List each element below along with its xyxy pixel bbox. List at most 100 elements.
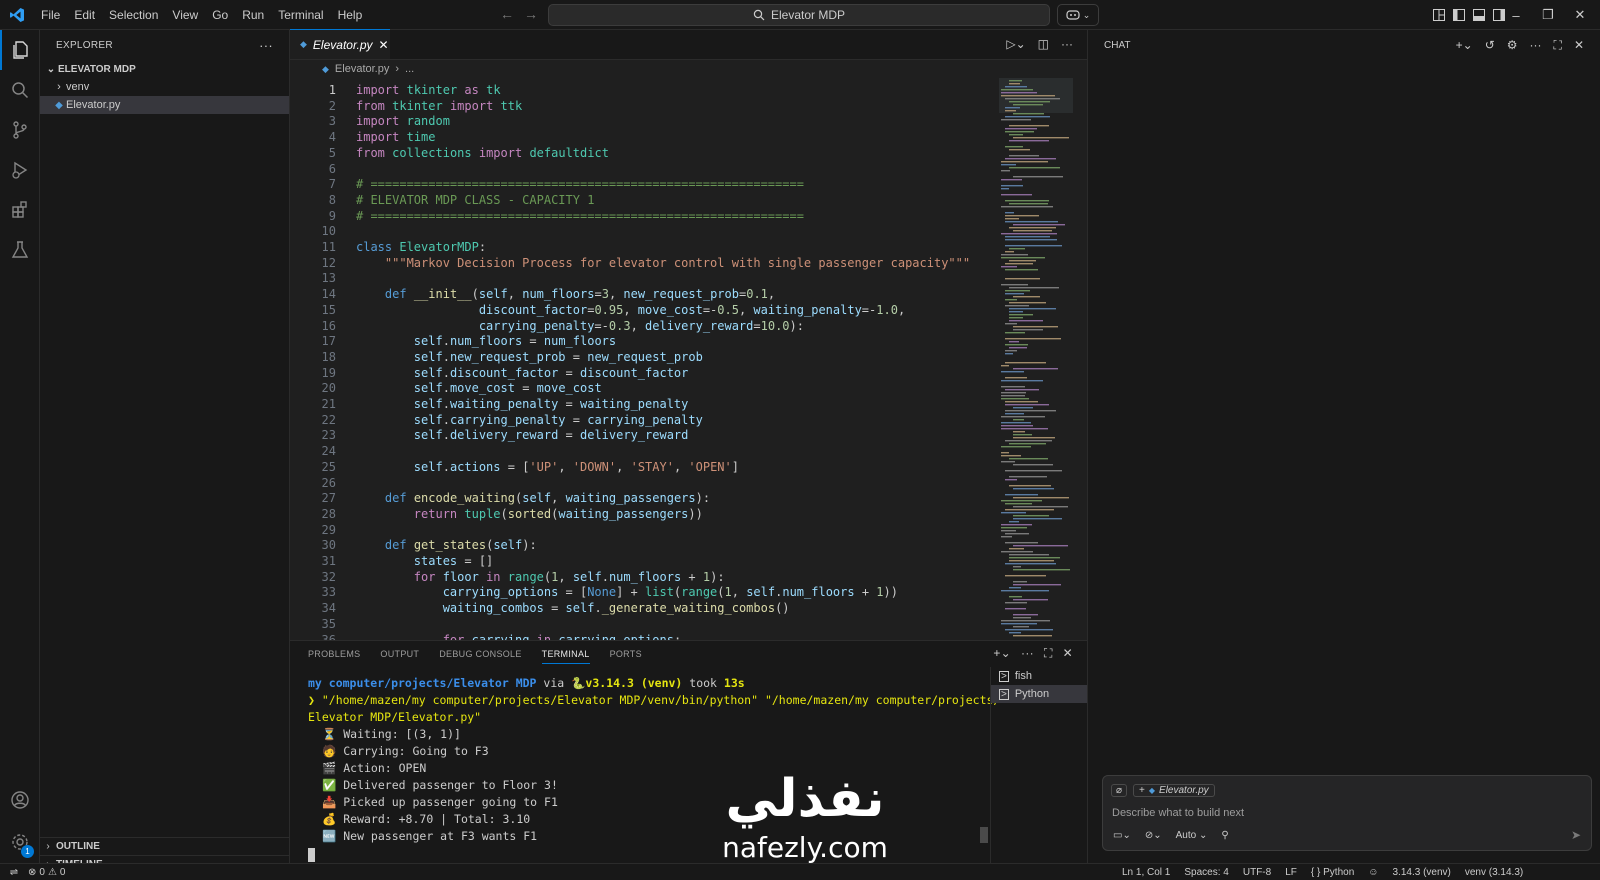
history-icon[interactable]: ↺	[1485, 38, 1495, 53]
agent-mode-icon[interactable]: ▭⌄	[1113, 830, 1131, 841]
close-panel-icon[interactable]: ✕	[1063, 646, 1073, 661]
forward-arrow-icon[interactable]: →	[524, 6, 538, 22]
code-token: for	[442, 632, 465, 641]
breadcrumb-file[interactable]: Elevator.py	[335, 63, 389, 75]
minimap-line	[1001, 530, 1016, 532]
minimap-line	[1009, 557, 1060, 559]
source-control-icon[interactable]	[0, 110, 40, 150]
more-actions-icon[interactable]: ···	[259, 38, 273, 53]
copilot-icon	[1066, 10, 1080, 20]
workspace-folder[interactable]: ⌄ ELEVATOR MDP	[40, 60, 289, 78]
attach-icon[interactable]: ⌀	[1111, 784, 1128, 797]
python-env[interactable]: venv (3.14.3)	[1465, 867, 1523, 878]
code-token: = [	[500, 459, 530, 474]
more-actions-icon[interactable]: ···	[1530, 38, 1542, 53]
more-actions-icon[interactable]: ···	[1021, 646, 1034, 661]
minimap-line	[1009, 308, 1056, 310]
menu-view[interactable]: View	[165, 0, 205, 30]
menu-terminal[interactable]: Terminal	[271, 0, 330, 30]
maximize-panel-icon[interactable]: ⛶	[1044, 646, 1053, 661]
code-line: for carrying in carrying_options:	[356, 633, 681, 641]
split-editor-icon[interactable]: ◫	[1038, 37, 1049, 51]
breadcrumb-more[interactable]: ...	[405, 63, 414, 75]
configure-tools-icon[interactable]: ⚲	[1221, 830, 1228, 841]
extensions-icon[interactable]	[0, 190, 40, 230]
terminal-scrollbar[interactable]	[980, 827, 988, 843]
code-line: # ELEVATOR MDP CLASS - CAPACITY 1	[356, 193, 594, 207]
menu-help[interactable]: Help	[331, 0, 370, 30]
tree-item-venv[interactable]: › venv	[40, 78, 289, 96]
minimap-line	[1001, 395, 1025, 397]
menu-file[interactable]: File	[34, 0, 67, 30]
tab-ports[interactable]: PORTS	[610, 649, 642, 659]
terminal-output[interactable]: my computer/projects/Elevator MDP via 🐍v…	[308, 675, 1000, 862]
code-token: ,	[608, 287, 624, 302]
python-version[interactable]: 3.14.3 (venv)	[1392, 867, 1450, 878]
tools-icon[interactable]: ⊘⌄	[1145, 830, 1162, 841]
testing-icon[interactable]	[0, 230, 40, 270]
tab-elevator-py[interactable]: ◆ Elevator.py ✕	[290, 29, 390, 59]
tab-problems[interactable]: PROBLEMS	[308, 649, 360, 659]
minimap-line	[1005, 479, 1017, 481]
minimap-line	[1013, 566, 1021, 568]
tab-debug-console[interactable]: DEBUG CONSOLE	[439, 649, 521, 659]
minimap-line	[1005, 98, 1060, 100]
language-mode[interactable]: { } Python	[1311, 867, 1354, 878]
close-icon[interactable]: ✕	[379, 38, 389, 52]
search-icon[interactable]	[0, 70, 40, 110]
terminal-item-fish[interactable]: > fish	[991, 667, 1087, 685]
copilot-status-icon[interactable]: ☺	[1368, 867, 1378, 878]
code-token: = [	[558, 585, 588, 600]
code-token: 'UP'	[529, 459, 559, 474]
new-chat-icon[interactable]: +⌄	[1456, 38, 1473, 53]
tree-item-elevator-py[interactable]: ◆ Elevator.py	[40, 96, 289, 114]
model-picker[interactable]: Auto ⌄	[1176, 830, 1208, 841]
minimap-line	[1001, 365, 1009, 367]
more-actions-icon[interactable]: ···	[1061, 37, 1073, 51]
line-number: 3	[328, 114, 336, 129]
new-terminal-icon[interactable]: +⌄	[993, 646, 1011, 661]
chat-input[interactable]: Describe what to build next	[1112, 807, 1244, 819]
menu-edit[interactable]: Edit	[67, 0, 102, 30]
send-icon[interactable]: ➤	[1571, 828, 1581, 842]
prompt-via: via	[536, 676, 572, 690]
minimap-line	[1009, 302, 1046, 304]
context-chip[interactable]: + ◆ Elevator.py	[1133, 784, 1215, 797]
toggle-panel-icon[interactable]	[1472, 8, 1486, 22]
run-file-icon[interactable]: ▷⌄	[1006, 37, 1025, 51]
end-of-line[interactable]: LF	[1285, 867, 1297, 878]
encoding[interactable]: UTF-8	[1243, 867, 1271, 878]
customize-layout-icon[interactable]	[1432, 8, 1446, 22]
run-debug-icon[interactable]	[0, 150, 40, 190]
gear-icon[interactable]: ⚙	[1507, 38, 1518, 53]
code-editor[interactable]: 1 import tkinter as tk 2 from tkinter impor…	[290, 78, 998, 640]
minimap[interactable]	[999, 78, 1087, 640]
outline-section[interactable]: › OUTLINE	[40, 837, 290, 855]
account-icon[interactable]	[0, 780, 40, 820]
menu-go[interactable]: Go	[205, 0, 235, 30]
problems-status[interactable]: ⊗ 0 ⚠ 0	[28, 867, 65, 878]
copilot-button[interactable]: ⌄	[1057, 4, 1099, 26]
minimap-line	[1005, 404, 1049, 406]
maximize-icon[interactable]: ⛶	[1554, 38, 1562, 53]
close-icon[interactable]: ✕	[1574, 38, 1584, 53]
maximize-icon[interactable]: ❐	[1532, 7, 1564, 23]
indentation[interactable]: Spaces: 4	[1184, 867, 1228, 878]
terminal-item-python[interactable]: > Python	[991, 685, 1087, 703]
tab-terminal[interactable]: TERMINAL	[541, 649, 590, 664]
command-center-search[interactable]: Elevator MDP	[548, 4, 1050, 26]
menu-run[interactable]: Run	[235, 0, 271, 30]
menu-selection[interactable]: Selection	[102, 0, 165, 30]
remote-icon[interactable]: ⇌	[0, 867, 28, 878]
explorer-icon[interactable]	[0, 30, 40, 70]
cursor-position[interactable]: Ln 1, Col 1	[1122, 867, 1170, 878]
tab-output[interactable]: OUTPUT	[380, 649, 419, 659]
settings-icon[interactable]: 1	[0, 822, 40, 862]
back-arrow-icon[interactable]: ←	[500, 6, 514, 22]
minimap-line	[1009, 596, 1022, 598]
close-window-icon[interactable]: ✕	[1564, 7, 1596, 23]
toggle-sidebar-icon[interactable]	[1452, 8, 1466, 22]
minimize-icon[interactable]: –	[1500, 8, 1532, 23]
